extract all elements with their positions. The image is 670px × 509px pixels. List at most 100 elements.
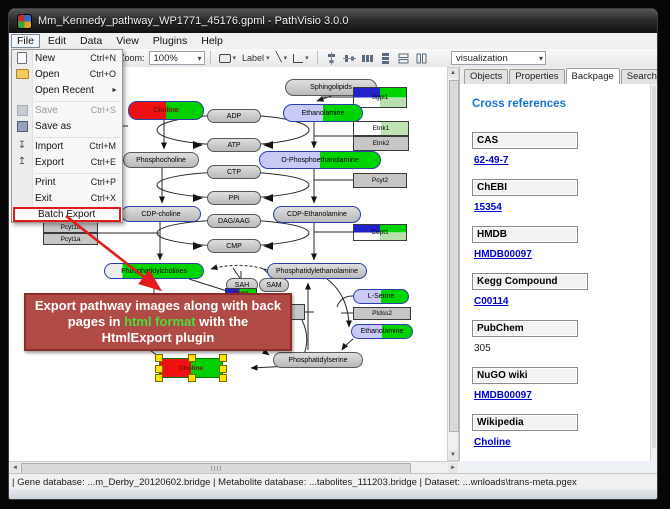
menu-item-export[interactable]: ↥ Export Ctrl+E	[12, 154, 122, 170]
selection-handle[interactable]	[155, 365, 163, 373]
visualization-combobox[interactable]: visualization ▾	[451, 51, 546, 65]
xref-link-hmdb[interactable]: HMDB00097	[474, 249, 532, 260]
stack-horizontal-button[interactable]	[413, 51, 431, 66]
canvas-horizontal-scrollbar[interactable]: ◄ ►	[9, 461, 459, 473]
menu-data[interactable]: Data	[74, 34, 108, 48]
scroll-down-icon[interactable]: ▼	[448, 450, 458, 460]
menu-item-exit[interactable]: Exit Ctrl+X	[12, 190, 122, 206]
title-bar[interactable]: Mm_Kennedy_pathway_WP1771_45176.gpml - P…	[9, 9, 657, 33]
node-pcyt1a[interactable]: Pcyt1a	[43, 233, 98, 245]
node-ethanolamine-top[interactable]: Ethanolamine	[283, 104, 363, 122]
node-phosphatidylethanolamine[interactable]: Phosphatidylethanolamine	[267, 263, 367, 279]
callout-highlight: html format	[124, 314, 196, 329]
selection-handle[interactable]	[219, 374, 227, 382]
status-bar: | Gene database: ...m_Derby_20120602.bri…	[9, 473, 657, 490]
callout-text: Export pathway images along with back pa…	[32, 298, 284, 347]
chevron-down-icon: ▾	[233, 54, 237, 62]
align-center-y-button[interactable]	[341, 51, 359, 66]
node-atp[interactable]: ATP	[207, 138, 261, 152]
menu-item-new[interactable]: New Ctrl+N	[12, 50, 122, 66]
node-phosphatidylcholines[interactable]: Phosphatidylcholines	[104, 263, 204, 279]
menu-item-open-recent[interactable]: Open Recent ►	[12, 82, 122, 98]
tab-properties[interactable]: Properties	[509, 69, 564, 84]
selection-handle[interactable]	[188, 374, 196, 382]
node-choline-top[interactable]: Choline	[128, 101, 204, 120]
menu-edit[interactable]: Edit	[42, 34, 72, 48]
menu-file[interactable]: File	[11, 34, 40, 48]
selection-handle[interactable]	[155, 354, 163, 362]
node-cmp[interactable]: CMP	[207, 239, 261, 253]
selection-handle[interactable]	[155, 374, 163, 382]
distribute-vertical-icon	[379, 52, 392, 65]
selection-handle[interactable]	[188, 354, 196, 362]
scroll-right-icon[interactable]: ►	[448, 463, 458, 473]
menu-view[interactable]: View	[110, 34, 145, 48]
status-text: | Gene database: ...m_Derby_20120602.bri…	[12, 477, 577, 488]
selection-handle[interactable]	[219, 365, 227, 373]
xref-link-chebi[interactable]: 15354	[474, 202, 502, 213]
node-cept1[interactable]: Cept1	[353, 224, 407, 241]
vscroll-thumb[interactable]	[449, 80, 459, 432]
node-choline-selected[interactable]: Choline	[159, 358, 223, 378]
xref-source-cas: CAS	[472, 132, 578, 149]
node-sgpl1[interactable]: Sgpl1	[353, 87, 407, 108]
distribute-horizontal-button[interactable]	[359, 51, 377, 66]
tab-search[interactable]: Search	[621, 69, 658, 84]
node-ppi[interactable]: PPi	[207, 191, 261, 205]
node-etnk2[interactable]: Etnk2	[353, 136, 409, 151]
menu-item-import[interactable]: ↧ Import Ctrl+M	[12, 138, 122, 154]
menu-item-save[interactable]: Save Ctrl+S	[12, 102, 122, 118]
node-sam[interactable]: SAM	[259, 278, 289, 292]
node-adp[interactable]: ADP	[207, 109, 261, 123]
gene-node-icon	[219, 54, 231, 63]
node-l-serine[interactable]: L-Serine	[353, 289, 409, 304]
node-o-phosphoethanolamine[interactable]: O-Phosphoethanolamine	[259, 151, 381, 169]
new-label-button[interactable]: Label ▾	[240, 51, 272, 66]
menu-help[interactable]: Help	[195, 34, 229, 48]
side-panel-tabs: Objects Properties Backpage Search Legen…	[460, 67, 658, 85]
xref-link-nugo[interactable]: HMDB00097	[474, 390, 532, 401]
node-ethanolamine-bottom[interactable]: Ethanolamine	[351, 324, 413, 339]
menu-item-batch-export[interactable]: Batch Export	[13, 207, 121, 222]
node-cdp-ethanolamine[interactable]: CDP-Ethanolamine	[273, 206, 361, 223]
xref-link-wikipedia[interactable]: Choline	[474, 437, 511, 448]
app-icon	[17, 14, 32, 29]
cross-references-heading: Cross references	[472, 98, 658, 110]
scroll-up-icon[interactable]: ▲	[448, 68, 458, 78]
open-folder-icon	[12, 69, 32, 79]
panel-scrollbar[interactable]	[650, 84, 658, 461]
new-connector-button[interactable]: ▾	[291, 51, 311, 66]
save-as-icon	[12, 121, 32, 132]
node-ptdss2[interactable]: Ptdss2	[353, 307, 411, 320]
tab-objects[interactable]: Objects	[464, 69, 508, 84]
node-ctp[interactable]: CTP	[207, 165, 261, 179]
menu-item-open[interactable]: Open Ctrl+O	[12, 66, 122, 82]
scroll-left-icon[interactable]: ◄	[10, 463, 20, 473]
xref-source-kegg: Kegg Compound	[472, 273, 588, 290]
selection-handle[interactable]	[219, 354, 227, 362]
zoom-value: 100%	[154, 53, 178, 64]
distribute-vertical-button[interactable]	[377, 51, 395, 66]
node-phosphocholine[interactable]: Phosphocholine	[123, 152, 199, 168]
xref-link-cas[interactable]: 62-49-7	[474, 155, 508, 166]
node-dag[interactable]: DAG/AAG	[207, 214, 261, 228]
align-center-x-button[interactable]	[323, 51, 341, 66]
node-phosphatidylserine[interactable]: Phosphatidylserine	[273, 352, 363, 368]
zoom-combobox[interactable]: 100% ▾	[149, 51, 205, 65]
menu-item-save-as[interactable]: Save as	[12, 118, 122, 134]
new-line-button[interactable]: ╲ ▾	[274, 51, 290, 66]
window-bottom-edge	[9, 489, 657, 500]
node-pcyt2[interactable]: Pcyt2	[353, 173, 407, 188]
xref-value-pubchem: 305	[474, 343, 658, 354]
node-cdp-choline[interactable]: CDP-choline	[121, 206, 201, 222]
xref-link-kegg[interactable]: C00114	[474, 296, 508, 307]
node-etnk1[interactable]: Etnk1	[353, 121, 409, 136]
menu-item-print[interactable]: Print Ctrl+P	[12, 174, 122, 190]
visualization-value: visualization	[456, 53, 508, 64]
tab-backpage[interactable]: Backpage	[566, 68, 620, 85]
new-datanode-button[interactable]: ▾	[217, 51, 239, 66]
stack-vertical-button[interactable]	[395, 51, 413, 66]
canvas-vertical-scrollbar[interactable]: ▲ ▼	[447, 67, 459, 461]
menu-plugins[interactable]: Plugins	[147, 34, 193, 48]
panel-scroll-thumb[interactable]	[652, 86, 656, 448]
